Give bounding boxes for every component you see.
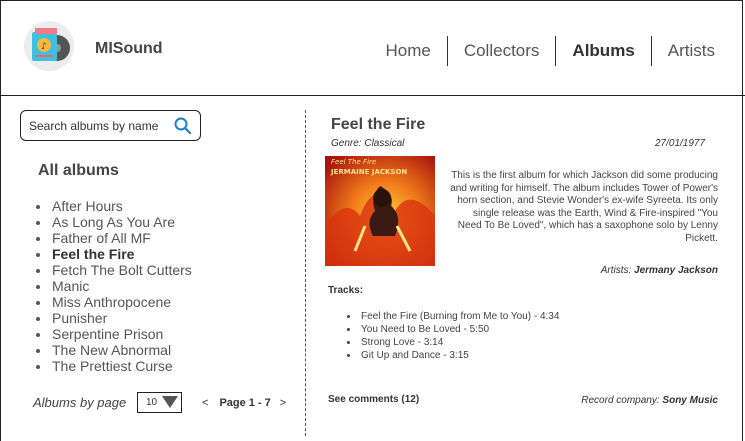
brand-name[interactable]: MISound xyxy=(95,40,163,58)
next-page-button[interactable]: > xyxy=(280,397,286,409)
albums-heading: All albums xyxy=(38,162,119,179)
album-title: Feel the Fire xyxy=(331,116,426,133)
search-input[interactable] xyxy=(29,118,169,133)
album-item[interactable]: Miss Anthropocene xyxy=(36,294,192,310)
album-item[interactable]: The Prettiest Curse xyxy=(36,358,192,374)
column-divider xyxy=(305,110,306,436)
cover-artist-text: JERMAINE JACKSON xyxy=(330,168,407,176)
main-nav: Home Collectors Albums Artists xyxy=(369,36,745,66)
page-size-select[interactable]: 10 xyxy=(137,392,182,413)
search-icon[interactable] xyxy=(174,117,191,134)
track-item: Strong Love - 3:14 xyxy=(347,336,559,349)
album-item[interactable]: Serpentine Prison xyxy=(36,326,192,342)
record-company-label: Record company: xyxy=(581,395,660,406)
record-company: Record company: Sony Music xyxy=(520,395,718,406)
search-box xyxy=(20,110,201,141)
music-logo-icon[interactable]: ♪ xyxy=(21,20,77,72)
albums-per-page-label: Albums by page xyxy=(33,395,127,410)
tracks-heading: Tracks: xyxy=(328,285,364,296)
album-item-selected[interactable]: Feel the Fire xyxy=(36,246,192,262)
dropdown-triangle-icon xyxy=(162,396,178,408)
track-item: Git Up and Dance - 3:15 xyxy=(347,349,559,362)
artists-label: Artists: xyxy=(600,265,632,276)
page-indicator: Page 1 - 7 xyxy=(219,397,271,409)
svg-text:♪: ♪ xyxy=(41,42,47,52)
prev-page-button[interactable]: < xyxy=(202,397,208,409)
nav-collectors[interactable]: Collectors xyxy=(448,36,556,66)
album-item[interactable]: As Long As You Are xyxy=(36,214,192,230)
album-item[interactable]: Fetch The Bolt Cutters xyxy=(36,262,192,278)
page-size-value: 10 xyxy=(146,397,158,408)
track-list: Feel the Fire (Burning from Me to You) -… xyxy=(347,310,559,362)
cover-title-text: Feel The Fire xyxy=(331,158,376,166)
pagination: < Page 1 - 7 > xyxy=(202,397,286,409)
header: ♪ MISound Home Collectors Albums Artists xyxy=(0,0,745,96)
album-item[interactable]: The New Abnormal xyxy=(36,342,192,358)
album-item[interactable]: Punisher xyxy=(36,310,192,326)
album-artists: Artists: Jermany Jackson xyxy=(520,265,718,276)
track-item: Feel the Fire (Burning from Me to You) -… xyxy=(347,310,559,323)
album-date: 27/01/1977 xyxy=(655,138,706,149)
nav-albums[interactable]: Albums xyxy=(556,36,650,66)
album-cover-image: Feel The Fire JERMAINE JACKSON xyxy=(325,156,435,266)
nav-artists[interactable]: Artists xyxy=(652,36,745,66)
album-item[interactable]: Father of All MF xyxy=(36,230,192,246)
nav-home[interactable]: Home xyxy=(369,36,446,66)
record-company-value: Sony Music xyxy=(662,395,718,406)
album-description: This is the first album for which Jackso… xyxy=(450,170,718,244)
see-comments-link[interactable]: See comments (12) xyxy=(328,394,419,405)
artists-value[interactable]: Jermany Jackson xyxy=(634,265,718,276)
album-list: After Hours As Long As You Are Father of… xyxy=(36,198,192,374)
album-genre: Genre: Classical xyxy=(331,138,405,149)
album-item[interactable]: Manic xyxy=(36,278,192,294)
album-item[interactable]: After Hours xyxy=(36,198,192,214)
track-item: You Need to Be Loved - 5:50 xyxy=(347,323,559,336)
